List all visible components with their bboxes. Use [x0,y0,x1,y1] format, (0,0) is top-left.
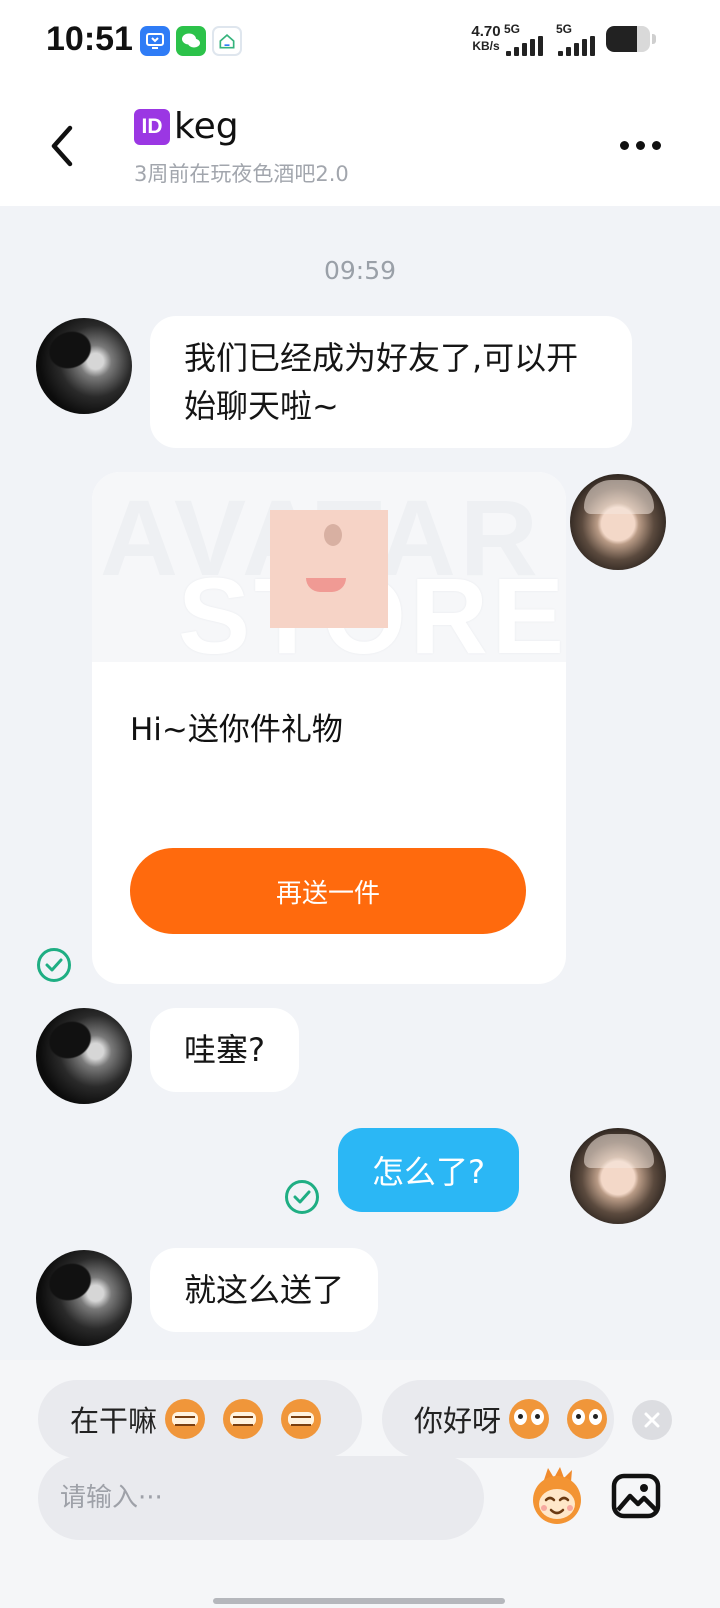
home-indicator [213,1598,505,1604]
chevron-left-icon [51,125,73,167]
dot-icon [651,140,661,150]
contact-avatar[interactable] [36,1008,132,1104]
my-avatar[interactable] [570,474,666,570]
chat-header: ID keg 3周前在玩夜色酒吧2.0 [0,84,720,206]
network-speed: 4.70 KB/s [471,23,501,53]
incoming-message-bubble[interactable]: 哇塞? [150,1008,299,1092]
message-text: 我们已经成为好友了,可以开始聊天啦~ [184,339,579,425]
dot-icon [619,140,629,150]
contact-status: 3周前在玩夜色酒吧2.0 [134,162,349,186]
message-text: 怎么了? [372,1153,485,1191]
surprised-emoji-icon [567,1399,608,1439]
status-time: 10:51 [46,20,133,58]
grin-emoji-icon [281,1399,322,1439]
wechat-icon [176,26,206,56]
gift-banner: AVATAR STORE [92,472,566,662]
monkey-emoji-icon [533,1467,581,1524]
contact-avatar[interactable] [36,318,132,414]
gift-item-image [270,510,388,628]
contact-avatar[interactable] [36,1250,132,1346]
gift-message-card[interactable]: AVATAR STORE Hi~送你件礼物 再送一件 [92,472,566,984]
surprised-emoji-icon [509,1399,550,1439]
grin-emoji-icon [223,1399,264,1439]
message-text: 哇塞? [184,1031,265,1069]
image-picker-button[interactable] [610,1470,662,1522]
more-options-button[interactable] [610,128,670,162]
dot-icon [635,140,645,150]
battery-icon [606,26,650,52]
incoming-message-bubble[interactable]: 就这么送了 [150,1248,379,1332]
my-avatar[interactable] [570,1128,666,1224]
quick-reply-chip[interactable]: 你好呀 [382,1380,614,1458]
quick-reply-text: 在干嘛 [70,1404,158,1438]
message-text: 就这么送了 [184,1271,345,1309]
incoming-message-bubble[interactable]: 我们已经成为好友了,可以开始聊天啦~ [150,316,632,448]
send-another-gift-button[interactable]: 再送一件 [130,848,526,934]
remote-desktop-icon [140,26,170,56]
contact-title[interactable]: ID keg [134,106,239,147]
sent-check-icon [37,948,71,982]
image-icon [611,1473,661,1519]
quick-reply-text: 你好呀 [414,1404,502,1438]
chat-message-list[interactable]: 09:59 我们已经成为好友了,可以开始聊天啦~ AVATAR STORE Hi… [0,206,720,1360]
composer-panel: 在干嘛 你好呀 [0,1360,720,1608]
outgoing-message-bubble[interactable]: 怎么了? [338,1128,519,1212]
message-timestamp: 09:59 [323,256,397,285]
close-quick-replies-button[interactable] [632,1400,672,1440]
quick-reply-chip[interactable]: 在干嘛 [38,1380,362,1458]
back-button[interactable] [40,118,88,174]
smart-home-icon [212,26,242,56]
emoji-button[interactable] [524,1464,590,1530]
sent-check-icon [285,1180,319,1214]
contact-name: keg [174,106,239,147]
grin-emoji-icon [165,1399,206,1439]
id-badge-icon: ID [134,108,170,145]
gift-message-text: Hi~送你件礼物 [130,712,343,748]
message-input[interactable] [38,1456,484,1540]
battery-fill [606,26,637,52]
battery-tip [652,34,656,44]
status-bar: 10:51 4.70 KB/s 5G 5G [0,0,720,84]
close-icon [644,1412,660,1428]
